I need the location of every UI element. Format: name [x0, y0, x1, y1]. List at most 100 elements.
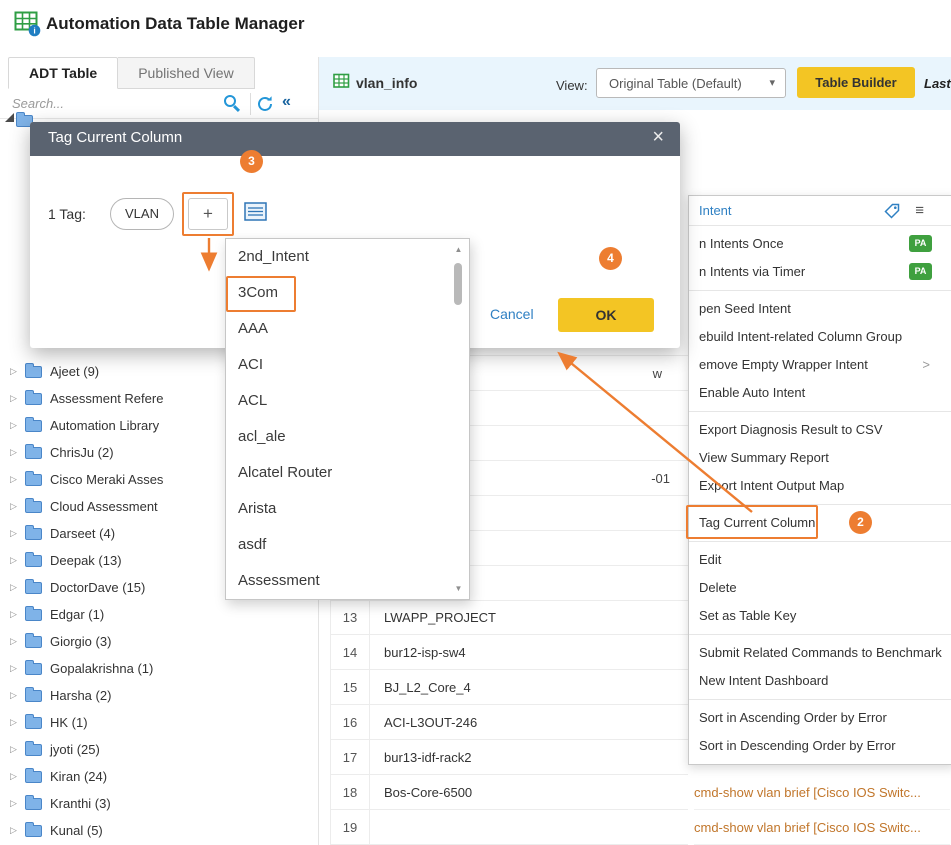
tree-item-jyoti[interactable]: ▷jyoti (25)	[0, 736, 318, 763]
tag-chip-vlan[interactable]: VLAN	[110, 198, 174, 230]
device-name-cell[interactable]: BJ_L2_Core_4	[370, 670, 688, 704]
menu-item-view-summary-report[interactable]: View Summary Report	[689, 444, 951, 472]
expand-arrow-icon[interactable]: ▷	[10, 501, 24, 512]
menu-item-tag-current-column[interactable]: Tag Current Column	[689, 509, 951, 537]
tag-icon[interactable]	[884, 203, 900, 219]
dropdown-option[interactable]: Assessment	[226, 563, 469, 599]
expand-arrow-icon[interactable]: ▷	[10, 555, 24, 566]
menu-item-sort-ascending-by-error[interactable]: Sort in Ascending Order by Error	[689, 704, 951, 732]
tree-item-kranthi[interactable]: ▷Kranthi (3)	[0, 790, 318, 817]
expand-arrow-icon[interactable]: ▷	[10, 798, 24, 809]
expand-arrow-icon[interactable]: ▷	[10, 744, 24, 755]
table-row: 14bur12-isp-sw4	[330, 635, 688, 670]
scrollbar-thumb[interactable]	[454, 263, 462, 305]
scroll-down-icon[interactable]: ▼	[451, 584, 466, 593]
menu-item-export-diagnosis-csv[interactable]: Export Diagnosis Result to CSV	[689, 416, 951, 444]
expand-arrow-icon[interactable]: ▷	[10, 636, 24, 647]
expand-arrow-icon[interactable]: ▷	[10, 771, 24, 782]
tree-item-harsha[interactable]: ▷Harsha (2)	[0, 682, 318, 709]
dropdown-option[interactable]: asdf	[226, 527, 469, 563]
menu-item-run-intents-via-timer[interactable]: n Intents via TimerPA	[689, 258, 951, 286]
annotation-step-3: 3	[240, 150, 263, 173]
dropdown-option[interactable]: acl_ale	[226, 419, 469, 455]
dropdown-scrollbar[interactable]: ▲ ▼	[451, 243, 466, 595]
menu-item-delete[interactable]: Delete	[689, 574, 951, 602]
dropdown-option[interactable]: AAA	[226, 311, 469, 347]
divider	[250, 93, 251, 115]
device-name-cell[interactable]: bur13-idf-rack2	[370, 740, 688, 774]
expand-arrow-icon[interactable]: ▷	[10, 717, 24, 728]
dialog-header: Tag Current Column ×	[30, 122, 680, 156]
table-name: vlan_info	[356, 75, 417, 91]
menu-item-remove-empty-wrapper-intent[interactable]: emove Empty Wrapper Intent>	[689, 351, 951, 379]
menu-item-set-as-table-key[interactable]: Set as Table Key	[689, 602, 951, 630]
menu-item-new-intent-dashboard[interactable]: New Intent Dashboard	[689, 667, 951, 695]
tag-list-icon[interactable]	[244, 202, 267, 221]
expand-arrow-icon[interactable]: ▷	[10, 609, 24, 620]
device-name-cell[interactable]: LWAPP_PROJECT	[370, 600, 688, 634]
intent-link[interactable]: cmd-show vlan brief [Cisco IOS Switc...	[694, 810, 950, 845]
menu-item-enable-auto-intent[interactable]: Enable Auto Intent	[689, 379, 951, 407]
table-builder-button[interactable]: Table Builder	[797, 67, 915, 98]
menu-item-open-seed-intent[interactable]: pen Seed Intent	[689, 295, 951, 323]
tree-item-kiran[interactable]: ▷Kiran (24)	[0, 763, 318, 790]
device-name-cell[interactable]: bur12-isp-sw4	[370, 635, 688, 669]
row-number: 18	[330, 775, 370, 809]
expand-arrow-icon[interactable]: ▷	[10, 663, 24, 674]
add-tag-button[interactable]: +	[188, 198, 228, 230]
app-logo-icon: i	[14, 10, 41, 37]
expand-arrow-icon[interactable]: ▷	[10, 825, 24, 836]
tree-item-giorgio[interactable]: ▷Giorgio (3)	[0, 628, 318, 655]
dropdown-option[interactable]: Alcatel Router	[226, 455, 469, 491]
folder-icon	[25, 690, 42, 702]
tree-item-gopalakrishna[interactable]: ▷Gopalakrishna (1)	[0, 655, 318, 682]
expand-arrow-icon[interactable]: ▷	[10, 474, 24, 485]
tree-root-expanded-icon[interactable]	[5, 113, 14, 122]
dropdown-option[interactable]: ACL	[226, 383, 469, 419]
device-name-cell[interactable]: ACI-L3OUT-246	[370, 705, 688, 739]
page-title: Automation Data Table Manager	[46, 14, 305, 34]
tab-published-view[interactable]: Published View	[118, 57, 254, 89]
folder-icon	[25, 744, 42, 756]
ok-button[interactable]: OK	[558, 298, 654, 332]
dropdown-option[interactable]: ACI	[226, 347, 469, 383]
dropdown-option[interactable]: 2nd_Intent	[226, 239, 469, 275]
collapse-panel-icon[interactable]: «	[282, 93, 291, 111]
menu-item-edit[interactable]: Edit	[689, 546, 951, 574]
expand-arrow-icon[interactable]: ▷	[10, 393, 24, 404]
device-name-cell[interactable]	[370, 810, 688, 844]
menu-item-submit-related-commands[interactable]: Submit Related Commands to Benchmark	[689, 639, 951, 667]
refresh-icon[interactable]	[256, 95, 274, 113]
table-row: 13LWAPP_PROJECT	[330, 600, 688, 635]
expand-arrow-icon[interactable]: ▷	[10, 447, 24, 458]
search-icon[interactable]	[224, 95, 236, 107]
expand-arrow-icon[interactable]: ▷	[10, 528, 24, 539]
tab-adt-table[interactable]: ADT Table	[8, 57, 118, 89]
folder-icon	[25, 366, 42, 378]
scroll-up-icon[interactable]: ▲	[451, 245, 466, 254]
dropdown-option[interactable]: Arista	[226, 491, 469, 527]
menu-item-export-intent-output-map[interactable]: Export Intent Output Map	[689, 472, 951, 500]
expand-arrow-icon[interactable]: ▷	[10, 366, 24, 377]
menu-item-run-intents-once[interactable]: n Intents OncePA	[689, 230, 951, 258]
search-input[interactable]: Search...	[12, 96, 64, 111]
expand-arrow-icon[interactable]: ▷	[10, 420, 24, 431]
menu-group: Submit Related Commands to Benchmark New…	[689, 634, 951, 699]
dropdown-option-3com[interactable]: 3Com	[226, 275, 469, 311]
view-select[interactable]: Original Table (Default) ▾	[596, 68, 786, 98]
close-icon[interactable]: ×	[652, 126, 664, 149]
device-name-cell[interactable]: Bos-Core-6500	[370, 775, 688, 809]
cancel-button[interactable]: Cancel	[490, 306, 534, 322]
menu-item-sort-descending-by-error[interactable]: Sort in Descending Order by Error	[689, 732, 951, 760]
intent-link[interactable]: cmd-show vlan brief [Cisco IOS Switc...	[694, 775, 950, 810]
tree-item-hk[interactable]: ▷HK (1)	[0, 709, 318, 736]
hamburger-menu-icon[interactable]: ≡	[915, 196, 924, 226]
menu-item-rebuild-intent-column-group[interactable]: ebuild Intent-related Column Group	[689, 323, 951, 351]
expand-arrow-icon[interactable]: ▷	[10, 690, 24, 701]
view-label: View:	[556, 78, 588, 93]
table-icon	[333, 73, 350, 89]
expand-arrow-icon[interactable]: ▷	[10, 582, 24, 593]
tree-item-kunal[interactable]: ▷Kunal (5)	[0, 817, 318, 844]
cell-fragment: w	[653, 366, 662, 381]
tree-item-edgar[interactable]: ▷Edgar (1)	[0, 601, 318, 628]
